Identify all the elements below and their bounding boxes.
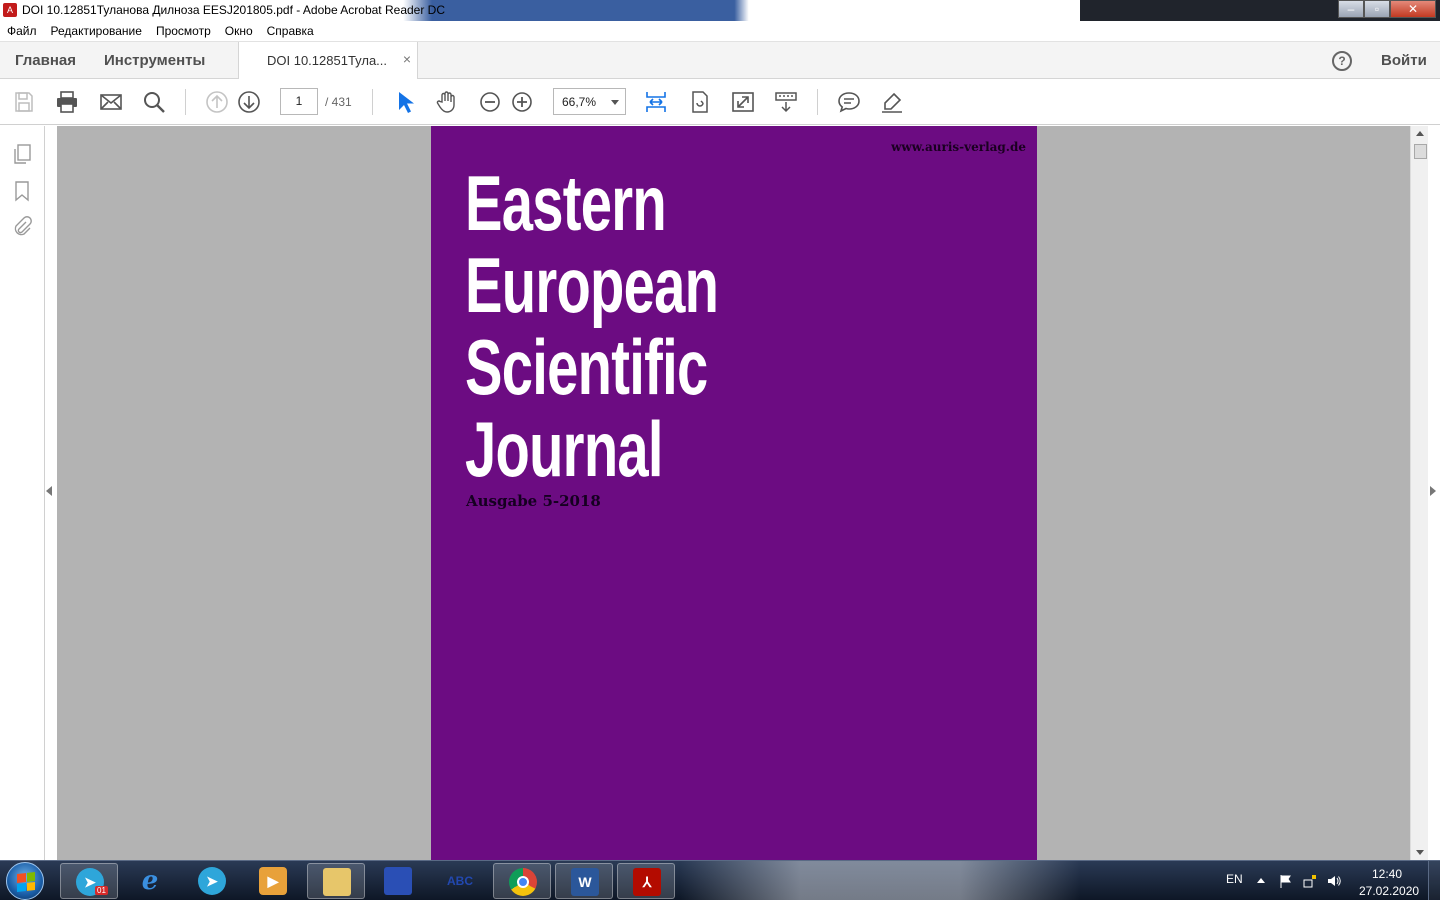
signin-button[interactable]: Войти [1381, 52, 1427, 69]
internet-explorer-icon: e [141, 866, 159, 896]
menu-view[interactable]: Просмотр [155, 21, 218, 41]
minimize-button[interactable]: – [1338, 0, 1364, 18]
rotate-page-icon[interactable] [688, 90, 712, 114]
acrobat-icon: ⅄ [633, 868, 661, 896]
menu-file[interactable]: Файл [6, 21, 44, 41]
windows-taskbar: ➤ 01 e ➤ ▶ ABC W ⅄ EN 12:40 27.02.2020 [0, 860, 1440, 900]
taskbar-internet-explorer[interactable]: e [121, 863, 179, 899]
taskbar-telegram[interactable]: ➤ [183, 863, 241, 899]
journal-title-line: Journal [465, 405, 664, 493]
scroll-down-icon[interactable] [1416, 850, 1424, 855]
taskbar-chrome[interactable] [493, 863, 551, 899]
hand-tool-icon[interactable] [435, 90, 459, 114]
taskbar-floppy-app[interactable] [369, 863, 427, 899]
clock-date[interactable]: 27.02.2020 [1359, 884, 1419, 898]
print-icon[interactable] [55, 90, 79, 114]
expand-right-pane-icon[interactable] [1430, 486, 1436, 496]
zoom-dropdown[interactable]: 66,7% [553, 88, 626, 115]
vertical-scrollbar[interactable] [1410, 126, 1428, 860]
journal-title-line: European [465, 241, 719, 329]
previous-page-icon[interactable] [205, 90, 229, 114]
menu-help[interactable]: Справка [266, 21, 321, 41]
fullscreen-icon[interactable] [731, 90, 755, 114]
telegram-icon: ➤ [198, 867, 226, 895]
taskbar-abc-app[interactable]: ABC [431, 863, 489, 899]
floppy-disk-icon [384, 867, 412, 895]
toolbar-divider [185, 89, 186, 115]
tab-document[interactable]: DOI 10.12851Тула... × [238, 42, 418, 79]
toolbar-divider [817, 89, 818, 115]
pdf-page: www.auris-verlag.de Eastern European Sci… [431, 126, 1037, 860]
help-icon[interactable]: ? [1332, 51, 1352, 71]
page-number-input[interactable]: 1 [280, 88, 318, 115]
acrobat-app-icon: A [3, 3, 17, 17]
show-hidden-icons-icon[interactable] [1257, 878, 1265, 883]
network-icon[interactable] [1303, 874, 1317, 888]
taskbar-telegram-desktop[interactable]: ➤ 01 [60, 863, 118, 899]
language-indicator[interactable]: EN [1226, 872, 1243, 886]
taskbar-file-explorer[interactable] [307, 863, 365, 899]
page-thumbnails-icon[interactable] [11, 143, 33, 165]
chrome-icon [509, 868, 537, 896]
next-page-icon[interactable] [237, 90, 261, 114]
document-tab-label: DOI 10.12851Тула... [267, 53, 388, 68]
select-cursor-icon[interactable] [393, 90, 417, 114]
bookmark-icon[interactable] [11, 180, 33, 202]
fit-width-icon[interactable] [644, 90, 668, 114]
taskbar-media-player[interactable]: ▶ [244, 863, 302, 899]
window-title: DOI 10.12851Туланова Дилноза EESJ201805.… [22, 3, 445, 17]
windows-logo-icon [17, 872, 35, 892]
tab-tools[interactable]: Инструменты [104, 52, 205, 69]
taskbar-background-blur [680, 861, 1080, 900]
scroll-up-icon[interactable] [1416, 131, 1424, 136]
abc-icon: ABC [447, 874, 473, 888]
zoom-out-icon[interactable] [478, 90, 502, 114]
window-controls: – ▫ ✕ [1338, 0, 1436, 18]
volume-icon[interactable] [1327, 874, 1341, 888]
taskbar-word[interactable]: W [555, 863, 613, 899]
save-icon[interactable] [12, 90, 36, 114]
highlight-pen-icon[interactable] [880, 90, 904, 114]
zoom-value: 66,7% [562, 95, 597, 109]
page-total: / 431 [325, 95, 352, 109]
close-tab-icon[interactable]: × [403, 51, 411, 67]
search-icon[interactable] [142, 90, 166, 114]
window-titlebar: A DOI 10.12851Туланова Дилноза EESJ20180… [0, 0, 1440, 21]
folder-icon [323, 868, 351, 896]
notification-badge: 01 [95, 886, 108, 895]
email-icon[interactable] [99, 90, 123, 114]
menu-window[interactable]: Окно [224, 21, 260, 41]
tab-bar: Главная Инструменты DOI 10.12851Тула... … [0, 42, 1440, 79]
start-button[interactable] [6, 862, 44, 900]
journal-title-line: Scientific [465, 323, 708, 411]
attachment-icon[interactable] [11, 216, 33, 238]
comment-icon[interactable] [837, 90, 861, 114]
media-player-icon: ▶ [259, 867, 287, 895]
issue-label: Ausgabe 5-2018 [466, 492, 601, 510]
taskbar-acrobat[interactable]: ⅄ [617, 863, 675, 899]
chevron-down-icon [611, 100, 619, 105]
menu-edit[interactable]: Редактирование [50, 21, 149, 41]
main-toolbar: 1 / 431 66,7% [0, 79, 1440, 125]
scroll-mode-icon[interactable] [774, 90, 798, 114]
toolbar-divider [372, 89, 373, 115]
publisher-url: www.auris-verlag.de [891, 140, 1026, 154]
scrollbar-thumb[interactable] [1414, 144, 1427, 159]
show-desktop-button[interactable] [1428, 861, 1440, 900]
close-window-button[interactable]: ✕ [1390, 0, 1436, 18]
navigation-pane [0, 126, 45, 860]
clock-time[interactable]: 12:40 [1372, 867, 1402, 881]
menu-bar: Файл Редактирование Просмотр Окно Справк… [0, 21, 1440, 42]
action-center-flag-icon[interactable] [1279, 874, 1293, 888]
tab-home[interactable]: Главная [15, 52, 76, 69]
collapse-left-pane-icon[interactable] [46, 486, 52, 496]
word-icon: W [571, 868, 599, 896]
maximize-button[interactable]: ▫ [1364, 0, 1390, 18]
journal-title-line: Eastern [465, 159, 667, 247]
zoom-in-icon[interactable] [510, 90, 534, 114]
journal-title: Eastern European Scientific Journal [465, 159, 719, 493]
